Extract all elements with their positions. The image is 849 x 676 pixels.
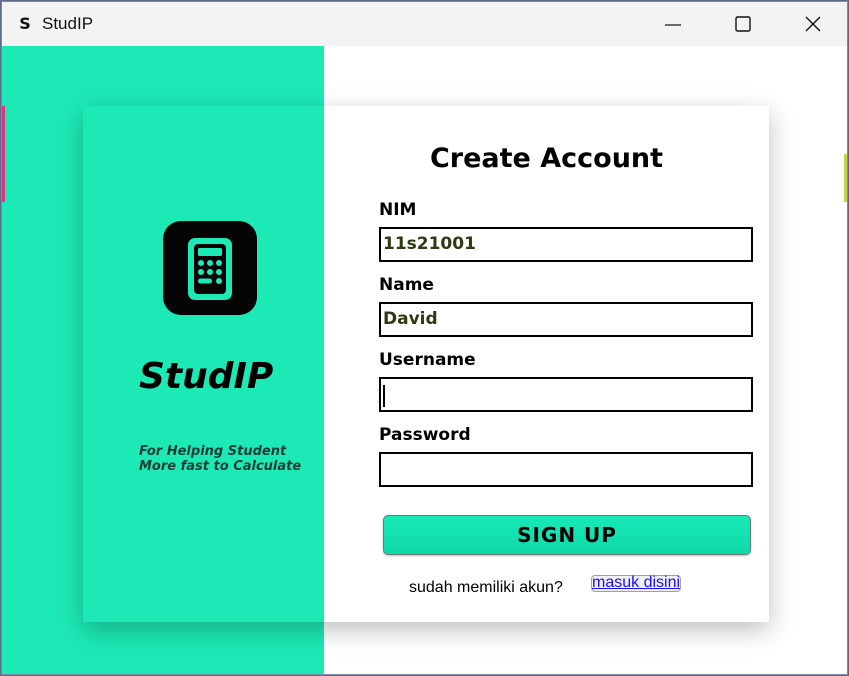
minimize-icon <box>665 24 681 26</box>
username-input[interactable] <box>379 377 753 412</box>
background-edge-strip-right <box>844 154 847 202</box>
name-label: Name <box>379 275 434 295</box>
app-window: S StudIP StudIP For Helping Student More… <box>1 1 848 675</box>
brand-name: StudIP <box>139 356 274 397</box>
password-label: Password <box>379 425 471 445</box>
nim-label: NIM <box>379 200 417 220</box>
close-icon <box>805 16 821 32</box>
form-title: Create Account <box>429 143 664 174</box>
nim-input[interactable]: 11s21001 <box>379 227 753 262</box>
maximize-button[interactable] <box>708 2 778 46</box>
close-button[interactable] <box>778 2 847 46</box>
minimize-button[interactable] <box>638 2 708 46</box>
app-logo-icon: S <box>19 14 31 33</box>
calculator-icon <box>163 221 257 315</box>
window-title: StudIP <box>42 14 94 33</box>
username-label: Username <box>379 350 476 370</box>
title-bar: S StudIP <box>2 2 847 46</box>
tagline: For Helping Student More fast to Calcula… <box>139 444 302 474</box>
name-input[interactable]: David <box>379 302 753 337</box>
login-link[interactable]: masuk disini <box>591 575 681 592</box>
sign-up-button[interactable]: SIGN UP <box>383 515 751 555</box>
maximize-icon <box>735 16 751 32</box>
have-account-text: sudah memiliki akun? <box>409 579 563 596</box>
password-input[interactable] <box>379 452 753 487</box>
background-edge-strip <box>2 106 5 202</box>
text-caret <box>383 385 385 407</box>
signup-form: Create Account NIM 11s21001 Name David U… <box>324 106 769 622</box>
branding-panel: StudIP For Helping Student More fast to … <box>83 106 324 622</box>
signup-card: StudIP For Helping Student More fast to … <box>83 106 769 622</box>
